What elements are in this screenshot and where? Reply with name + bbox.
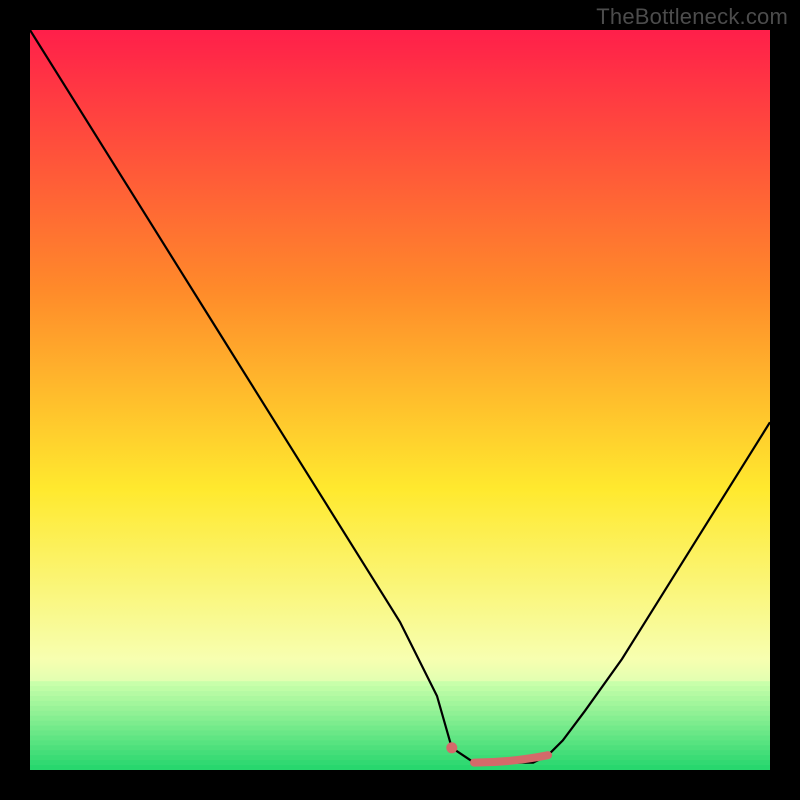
bottom-stripes <box>30 681 770 770</box>
watermark-text: TheBottleneck.com <box>596 4 788 30</box>
gradient-background <box>30 30 770 770</box>
plot-svg <box>30 30 770 770</box>
chart-frame: TheBottleneck.com <box>0 0 800 800</box>
highlight-dot <box>446 742 457 753</box>
plot-area <box>30 30 770 770</box>
